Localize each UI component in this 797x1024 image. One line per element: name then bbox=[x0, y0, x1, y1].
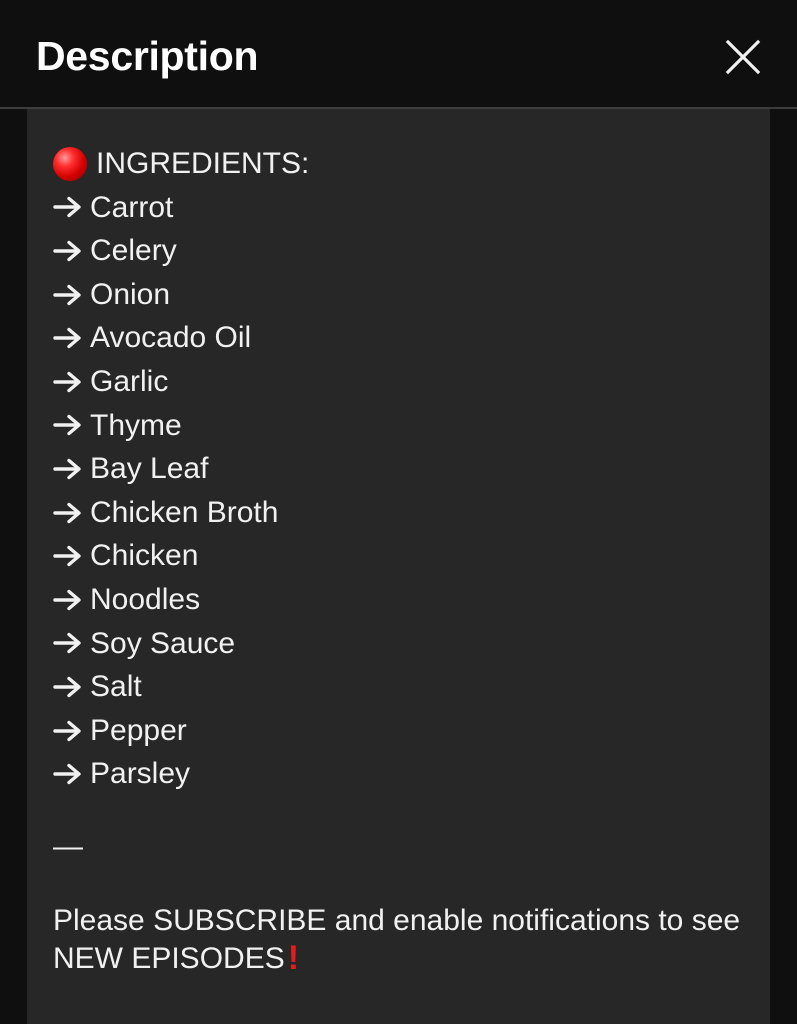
description-header: Description bbox=[0, 0, 797, 109]
ingredient-item: Salt bbox=[53, 665, 753, 709]
right-arrow-icon bbox=[53, 720, 81, 741]
right-arrow-icon bbox=[53, 197, 81, 218]
ingredients-heading: INGREDIENTS: bbox=[53, 142, 753, 186]
right-arrow-icon bbox=[53, 502, 81, 523]
ingredient-item: Celery bbox=[53, 229, 753, 273]
ingredient-label: Avocado Oil bbox=[90, 321, 252, 355]
right-arrow-icon bbox=[53, 763, 81, 785]
ingredient-label: Chicken bbox=[90, 539, 199, 573]
ingredient-label: Onion bbox=[90, 277, 171, 311]
ingredient-item: Bay Leaf bbox=[53, 447, 753, 491]
cta-text: Please SUBSCRIBE and enable notification… bbox=[53, 904, 741, 975]
ingredient-item: Garlic bbox=[53, 360, 753, 404]
ingredient-item: Soy Sauce bbox=[53, 622, 753, 666]
ingredient-label: Chicken Broth bbox=[90, 495, 279, 529]
red-exclamation-icon: ! bbox=[287, 939, 300, 977]
right-arrow-icon bbox=[53, 458, 81, 480]
right-arrow-icon bbox=[53, 676, 81, 698]
ingredient-label: Garlic bbox=[90, 364, 169, 398]
description-text: INGREDIENTS: Carrot Celery Onion Avocado Oi… bbox=[53, 142, 753, 796]
ingredient-item: Pepper bbox=[53, 709, 753, 753]
ingredient-item: Parsley bbox=[53, 752, 753, 796]
ingredient-label: Salt bbox=[90, 670, 142, 704]
ingredient-label: Celery bbox=[90, 234, 177, 268]
ingredient-label: Bay Leaf bbox=[90, 452, 209, 486]
ingredient-label: Carrot bbox=[90, 190, 174, 224]
separator: — bbox=[53, 830, 83, 863]
ingredient-item: Thyme bbox=[53, 404, 753, 448]
ingredient-item: Onion bbox=[53, 273, 753, 317]
ingredient-item: Avocado Oil bbox=[53, 316, 753, 360]
section-title: INGREDIENTS: bbox=[96, 147, 310, 180]
ingredient-label: Thyme bbox=[90, 408, 182, 442]
ingredient-label: Noodles bbox=[90, 582, 201, 616]
ingredient-item: Chicken bbox=[53, 534, 753, 578]
ingredient-label: Parsley bbox=[90, 757, 191, 791]
ingredient-item: Carrot bbox=[53, 186, 753, 230]
ingredient-label: Pepper bbox=[90, 713, 187, 747]
close-button[interactable] bbox=[716, 30, 770, 84]
description-panel[interactable]: INGREDIENTS: Carrot Celery Onion Avocado Oi… bbox=[27, 109, 770, 1024]
subscribe-call-to-action: Please SUBSCRIBE and enable notification… bbox=[53, 902, 758, 978]
close-icon bbox=[725, 39, 761, 75]
right-arrow-icon bbox=[53, 415, 81, 436]
right-arrow-icon bbox=[53, 589, 81, 610]
right-arrow-icon bbox=[53, 284, 81, 305]
ingredient-item: Chicken Broth bbox=[53, 491, 753, 535]
right-arrow-icon bbox=[53, 327, 81, 349]
right-arrow-icon bbox=[53, 545, 81, 567]
right-arrow-icon bbox=[53, 240, 81, 262]
right-arrow-icon bbox=[53, 633, 81, 654]
right-arrow-icon bbox=[53, 371, 81, 392]
ingredient-item: Noodles bbox=[53, 578, 753, 622]
page-title: Description bbox=[36, 33, 259, 79]
ingredient-label: Soy Sauce bbox=[90, 626, 236, 660]
ingredient-list: Carrot Celery Onion Avocado Oil Garlic Thyme B… bbox=[53, 186, 753, 796]
red-circle-icon bbox=[53, 146, 87, 181]
